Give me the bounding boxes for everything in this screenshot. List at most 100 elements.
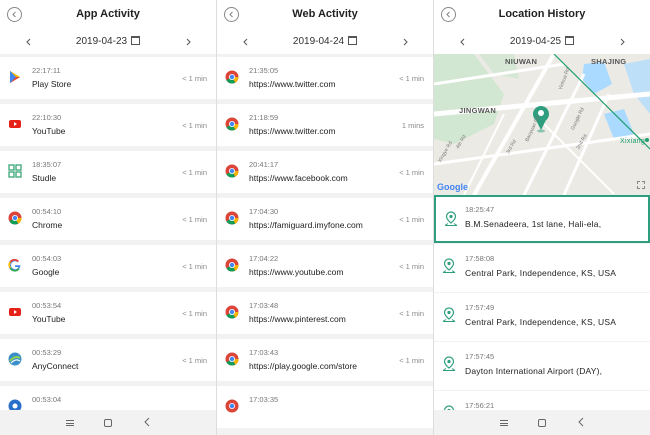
date-selector: 2019-04-24 (217, 29, 433, 54)
list-item[interactable]: 22:10:30 YouTube < 1 min (0, 104, 216, 146)
app-activity-panel: App Activity 2019-04-23 22:17:11 Play St… (0, 0, 216, 435)
item-time: 18:35:07 (32, 160, 62, 169)
item-time: 17:03:35 (249, 395, 279, 404)
fullscreen-icon[interactable] (637, 181, 645, 189)
location-item[interactable]: 17:58:08 Central Park, Independence, KS,… (434, 244, 650, 292)
system-nav-bar (0, 410, 216, 435)
location-time: 17:56:21 (465, 401, 495, 410)
item-url: https://www.youtube.com (249, 267, 344, 277)
calendar-icon[interactable] (565, 36, 575, 45)
location-item[interactable]: 18:25:47 B.M.Senadeera, 1st lane, Hali-e… (434, 195, 650, 243)
list-item[interactable]: 17:03:48 https://www.pinterest.com < 1 m… (217, 292, 433, 334)
menu-icon[interactable] (500, 420, 508, 426)
location-time: 17:57:49 (465, 303, 495, 312)
next-date-icon[interactable] (186, 38, 192, 46)
item-duration: < 1 min (399, 168, 424, 177)
web-activity-panel: Web Activity 2019-04-24 21:35:05 https:/… (217, 0, 433, 435)
list-item[interactable]: 17:03:43 https://play.google.com/store <… (217, 339, 433, 381)
location-address: Central Park, Independence, KS, USA (465, 268, 617, 278)
item-time: 00:53:29 (32, 348, 62, 357)
list-item[interactable]: 18:35:07 Studle < 1 min (0, 151, 216, 193)
list-item[interactable]: 00:54:10 Chrome < 1 min (0, 198, 216, 240)
item-duration: < 1 min (399, 74, 424, 83)
item-url: https://famiguard.imyfone.com (249, 220, 363, 230)
google-attribution: Google (437, 182, 468, 192)
list-item[interactable]: 21:35:05 https://www.twitter.com < 1 min (217, 57, 433, 99)
location-pin-icon (442, 307, 456, 322)
location-address: Dayton International Airport (DAY), (465, 366, 603, 376)
item-duration: < 1 min (182, 168, 207, 177)
calendar-icon[interactable] (348, 36, 358, 45)
youtube-icon (9, 308, 21, 316)
studle-icon (8, 164, 22, 178)
item-time: 00:54:10 (32, 207, 62, 216)
chrome-icon (225, 70, 239, 84)
item-url: https://www.facebook.com (249, 173, 348, 183)
list-item[interactable]: 17:04:30 https://famiguard.imyfone.com <… (217, 198, 433, 240)
date-selector: 2019-04-23 (0, 29, 216, 54)
location-item[interactable]: 17:57:49 Central Park, Independence, KS,… (434, 293, 650, 341)
date-selector: 2019-04-25 (434, 29, 650, 54)
location-pin-icon (442, 258, 456, 273)
date-text: 2019-04-23 (75, 36, 128, 47)
item-name: Google (32, 267, 60, 277)
item-url: https://www.twitter.com (249, 126, 336, 136)
page-title: Web Activity (292, 8, 358, 20)
item-url: https://www.pinterest.com (249, 314, 346, 324)
item-duration: < 1 min (182, 309, 207, 318)
list-item[interactable]: 20:41:17 https://www.facebook.com < 1 mi… (217, 151, 433, 193)
header: Web Activity (217, 0, 433, 29)
map-district-label: SHAJING (591, 57, 627, 66)
item-duration: < 1 min (182, 121, 207, 130)
home-icon[interactable] (104, 419, 112, 427)
next-date-icon[interactable] (403, 38, 409, 46)
header: Location History (434, 0, 650, 29)
anyconnect-icon (8, 352, 22, 366)
item-duration: < 1 min (399, 215, 424, 224)
map-district-label: NIUWAN (505, 57, 538, 66)
list-item[interactable]: 17:03:35 (217, 386, 433, 428)
location-item[interactable]: 17:57:45 Dayton International Airport (D… (434, 342, 650, 390)
item-time: 22:10:30 (32, 113, 62, 122)
web-activity-list: 21:35:05 https://www.twitter.com < 1 min… (217, 54, 433, 428)
date-display[interactable]: 2019-04-25 (434, 36, 650, 47)
calendar-icon[interactable] (131, 36, 141, 45)
item-time: 00:53:04 (32, 395, 62, 404)
item-time: 00:53:54 (32, 301, 62, 310)
chrome-icon (8, 211, 22, 225)
map-view[interactable]: NIUWAN SHAJING JINGWAN Xixiang Yinhua Rd… (434, 54, 650, 195)
play-store-icon (10, 71, 20, 83)
map-district-label: Xixiang (620, 138, 646, 145)
item-url: https://play.google.com/store (249, 361, 358, 371)
next-date-icon[interactable] (620, 38, 626, 46)
item-name: Studle (32, 173, 57, 183)
google-logo: Google (437, 182, 468, 192)
list-item[interactable]: 00:53:29 AnyConnect < 1 min (0, 339, 216, 381)
home-icon[interactable] (538, 419, 546, 427)
list-item[interactable]: 17:04:22 https://www.youtube.com < 1 min (217, 245, 433, 287)
page-title: Location History (498, 8, 586, 20)
list-item[interactable]: 21:18:59 https://www.twitter.com 1 mins (217, 104, 433, 146)
item-time: 17:04:22 (249, 254, 279, 263)
app-root: App Activity 2019-04-23 22:17:11 Play St… (0, 0, 650, 435)
location-address: B.M.Senadeera, 1st lane, Hali-ela, (465, 219, 602, 229)
item-duration: < 1 min (182, 356, 207, 365)
location-pin-icon (444, 211, 458, 226)
location-time: 17:57:45 (465, 352, 495, 361)
date-text: 2019-04-24 (292, 36, 345, 47)
item-name: YouTube (32, 126, 66, 136)
chrome-icon (225, 211, 239, 225)
item-name: YouTube (32, 314, 66, 324)
back-icon[interactable] (144, 417, 150, 427)
list-item[interactable]: 00:54:03 Google < 1 min (0, 245, 216, 287)
back-icon[interactable] (578, 417, 584, 427)
list-item[interactable]: 00:53:54 YouTube < 1 min (0, 292, 216, 334)
item-time: 17:03:43 (249, 348, 279, 357)
list-item[interactable]: 22:17:11 Play Store < 1 min (0, 57, 216, 99)
date-display[interactable]: 2019-04-23 (0, 36, 216, 47)
location-address: Central Park, Independence, KS, USA (465, 317, 617, 327)
chrome-icon (225, 305, 239, 319)
menu-icon[interactable] (66, 420, 74, 426)
date-display[interactable]: 2019-04-24 (217, 36, 433, 47)
youtube-icon (9, 120, 21, 128)
